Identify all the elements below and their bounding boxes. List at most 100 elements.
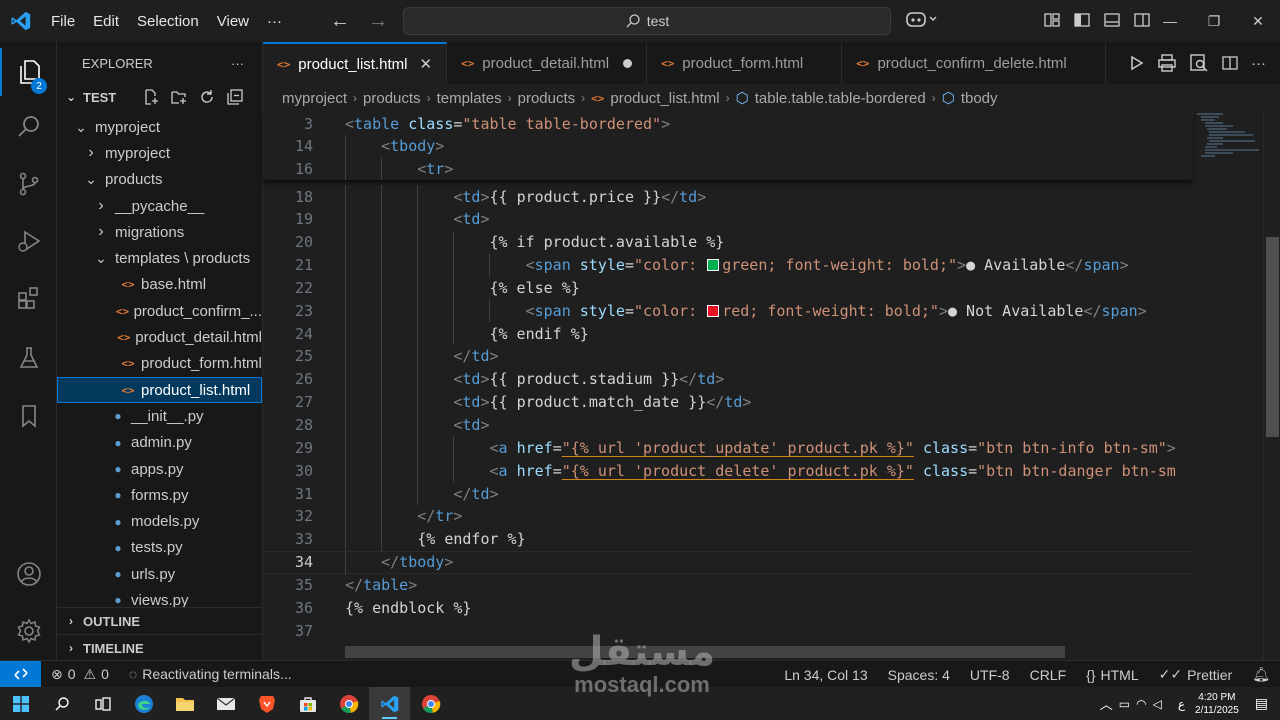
color-swatch[interactable] [707,259,720,272]
vertical-scrollbar[interactable] [1263,112,1280,660]
menu-view[interactable]: View [208,13,258,30]
editor-tab[interactable]: <> product_confirm_delete.html [842,42,1106,84]
close-tab-icon[interactable]: ✕ [419,55,432,73]
refresh-icon[interactable] [198,88,216,106]
start-button[interactable] [0,687,41,720]
bookmarks-activity[interactable] [0,392,57,440]
brave-app[interactable] [246,687,287,720]
customize-layout-icon[interactable] [1043,11,1061,29]
tree-item[interactable]: ● urls.py [57,561,262,587]
workspace-section[interactable]: ⌄ TEST [57,84,262,110]
run-debug-activity[interactable] [0,217,57,265]
tree-item[interactable]: ● tests.py [57,535,262,561]
code-editor[interactable]: 3 <table class="table table-bordered"> 14 <… [263,112,1193,660]
source-control-activity[interactable] [0,160,57,208]
chrome-app[interactable] [328,687,369,720]
chrome-app-2[interactable] [410,687,451,720]
outline-section[interactable]: › OUTLINE [57,607,262,634]
cursor-position[interactable]: Ln 34, Col 13 [774,667,877,683]
tree-item[interactable]: › __pycache__ [57,193,262,219]
wifi-icon[interactable]: ◠ [1136,697,1146,711]
vscode-app[interactable] [369,687,410,720]
new-file-icon[interactable] [142,88,160,106]
back-arrow-icon[interactable]: ← [330,10,350,33]
new-folder-icon[interactable] [170,88,188,106]
remote-indicator[interactable] [0,660,41,688]
network-icon[interactable]: ▭ [1119,697,1130,711]
color-swatch[interactable] [707,304,720,317]
explorer-activity[interactable]: 2 [0,48,57,96]
horizontal-scrollbar[interactable] [345,646,1065,658]
tray-chevron-icon[interactable]: ︿ [1100,694,1113,713]
accounts-activity[interactable] [0,550,57,598]
tree-item[interactable]: ● admin.py [57,430,262,456]
unsaved-dot-icon[interactable] [623,58,633,68]
menu-file[interactable]: File [42,13,84,30]
breadcrumb-item[interactable]: product_list.html [610,90,719,107]
breadcrumb-item[interactable]: tbody [961,90,998,107]
tree-item[interactable]: ● __init__.py [57,403,262,429]
editor-tab[interactable]: <> product_form.html [647,42,843,84]
forward-arrow-icon[interactable]: → [368,10,388,33]
toggle-panel-icon[interactable] [1103,11,1121,29]
maximize-icon[interactable]: ❐ [1192,13,1236,30]
extensions-activity[interactable] [0,274,57,322]
preview-search-icon[interactable] [1189,53,1209,73]
minimap[interactable] [1193,112,1263,660]
clock[interactable]: 4:20 PM 2/11/2025 [1195,691,1239,717]
breadcrumb-item[interactable]: products [363,90,421,107]
scrollbar-thumb[interactable] [1266,237,1279,437]
terminal-status[interactable]: ◌ Reactivating terminals... [119,666,302,682]
toggle-sidebar-icon[interactable] [1073,11,1091,29]
tree-item[interactable]: <> product_list.html [57,376,262,404]
breadcrumb-item[interactable]: table.table.table-bordered [755,90,926,107]
collapse-all-icon[interactable] [226,88,244,106]
breadcrumb-item[interactable]: products [518,90,576,107]
tree-item[interactable]: › myproject [57,140,262,166]
menu-selection[interactable]: Selection [128,13,208,30]
volume-icon[interactable]: ◁ [1153,697,1162,711]
testing-activity[interactable] [0,334,57,382]
breadcrumb-item[interactable]: myproject [282,90,347,107]
tree-item[interactable]: ⌄ templates \ products [57,245,262,271]
tree-item[interactable]: ⌄ products [57,167,262,193]
tree-item[interactable]: <> product_detail.html [57,324,262,350]
tree-item[interactable]: ● apps.py [57,456,262,482]
prettier-status[interactable]: ✓✓ Prettier [1149,666,1243,683]
notification-center-icon[interactable]: ▤ [1255,695,1268,712]
tree-item[interactable]: <> product_form.html [57,351,262,377]
language-mode[interactable]: {} HTML [1076,667,1148,683]
copilot-icon[interactable] [905,10,939,32]
command-center-search[interactable]: test [403,7,891,35]
mail-app[interactable] [205,687,246,720]
timeline-section[interactable]: › TIMELINE [57,634,262,660]
explorer-more-icon[interactable]: ··· [231,56,244,71]
menu-more[interactable]: ··· [258,13,291,30]
tree-item[interactable]: ● forms.py [57,482,262,508]
tree-item[interactable]: › migrations [57,219,262,245]
line-ending[interactable]: CRLF [1020,667,1077,683]
tree-item[interactable]: <> base.html [57,272,262,298]
tree-item[interactable]: ● models.py [57,508,262,534]
indentation[interactable]: Spaces: 4 [878,667,960,683]
taskbar-search[interactable] [41,687,82,720]
tree-item[interactable]: ⌄ myproject [57,114,262,140]
print-icon[interactable] [1157,53,1177,73]
editor-tab[interactable]: <> product_detail.html [447,42,648,84]
more-actions-icon[interactable]: ··· [1251,55,1266,72]
store-app[interactable] [287,687,328,720]
breadcrumb-item[interactable]: templates [437,90,502,107]
minimize-icon[interactable]: — [1148,13,1192,29]
manage-activity[interactable] [0,607,57,655]
menu-edit[interactable]: Edit [84,13,128,30]
task-view[interactable] [82,687,123,720]
encoding[interactable]: UTF-8 [960,667,1020,683]
run-icon[interactable] [1127,54,1145,72]
tree-item[interactable]: <> product_confirm_... [57,298,262,324]
edge-app[interactable] [123,687,164,720]
input-language[interactable]: ع [1178,697,1185,711]
split-editor-icon[interactable] [1221,54,1239,72]
editor-tab[interactable]: <> product_list.html ✕ [263,42,448,84]
search-activity[interactable] [0,103,57,151]
problems-indicator[interactable]: ⊗ 0 ⚠ 0 [41,666,119,683]
